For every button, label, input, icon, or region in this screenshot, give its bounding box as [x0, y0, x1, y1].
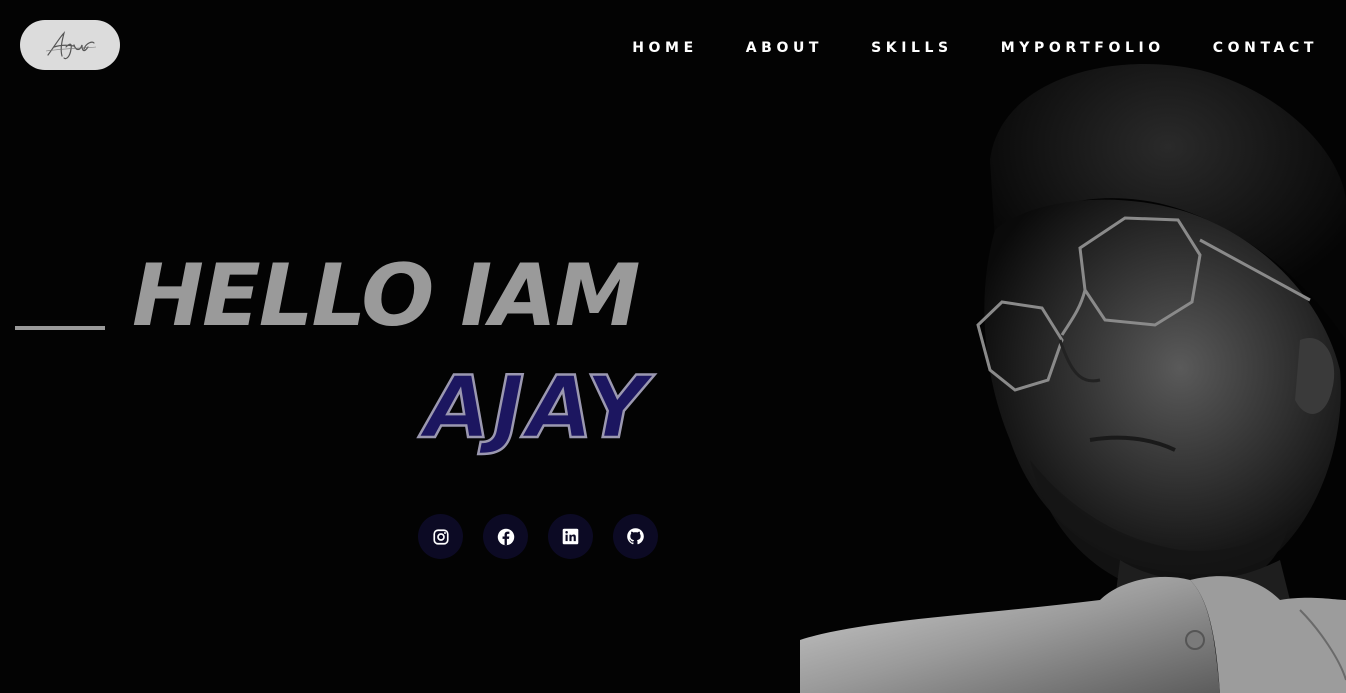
logo-button[interactable]	[20, 20, 120, 70]
facebook-icon	[497, 528, 514, 545]
signature-logo-icon	[45, 31, 97, 60]
linkedin-button[interactable]	[548, 514, 593, 559]
nav-home[interactable]: HOME	[632, 38, 698, 58]
instagram-button[interactable]	[418, 514, 463, 559]
facebook-button[interactable]	[483, 514, 528, 559]
portrait-image	[800, 64, 1346, 693]
github-button[interactable]	[613, 514, 658, 559]
hero-name: AJAY	[423, 357, 650, 460]
hero-accent-line	[15, 326, 105, 330]
linkedin-icon	[562, 528, 579, 545]
instagram-icon	[432, 528, 449, 545]
social-links	[418, 514, 658, 559]
github-icon	[627, 528, 644, 545]
page: HOME ABOUT SKILLS MYPORTFOLIO CONTACT HE…	[0, 0, 1346, 693]
hero-greeting: HELLO IAM	[132, 246, 640, 346]
